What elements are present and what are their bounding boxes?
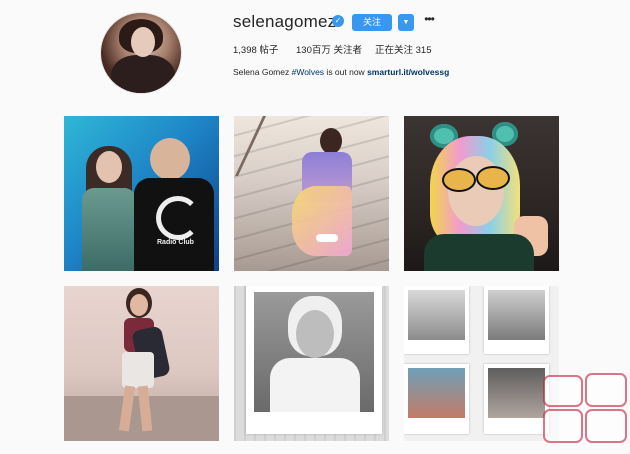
bio-name: Selena Gomez: [233, 67, 290, 77]
bio-hashtag-link[interactable]: #Wolves: [292, 67, 324, 77]
post-6-photo-4: [488, 368, 545, 418]
profile-header: selenagomez ✓ 关注 ▼ ••• 1,398 帖子 130百万 关注…: [0, 0, 630, 110]
verified-badge-icon: ✓: [332, 15, 344, 27]
post-1-face-left: [96, 151, 122, 183]
post-tile-2[interactable]: [234, 116, 389, 271]
post-1-face-right: [150, 138, 190, 180]
post-tile-4[interactable]: [64, 286, 219, 441]
avatar-body: [111, 55, 175, 93]
post-5-tshirt: [270, 358, 360, 412]
site-watermark-logo: [540, 370, 630, 448]
post-2-light-flare: [292, 186, 352, 256]
post-6-photo-2: [488, 290, 545, 340]
profile-bio: Selena Gomez #Wolves is out now smarturl…: [233, 67, 449, 77]
post-4-face: [130, 294, 148, 316]
post-tile-5[interactable]: [234, 286, 389, 441]
post-4-skirt: [122, 352, 154, 388]
post-1-dress: [82, 188, 136, 271]
more-options-icon[interactable]: •••: [421, 12, 437, 28]
post-2-shoe: [316, 234, 338, 242]
post-1-sweater-text: Radio Club: [157, 239, 194, 246]
posts-count: 1,398 帖子: [233, 45, 279, 56]
following-count[interactable]: 正在关注 315: [375, 42, 432, 56]
suggested-dropdown-icon[interactable]: ▼: [398, 14, 414, 31]
post-6-photo-1: [408, 290, 465, 340]
post-2-hair: [320, 128, 342, 154]
post-3-sunglasses-left: [442, 168, 476, 192]
watermark-glyph-icon: [543, 373, 627, 443]
post-5-face: [296, 310, 334, 358]
post-3-jacket: [424, 234, 534, 271]
post-tile-3[interactable]: [404, 116, 559, 271]
post-tile-1[interactable]: Radio Club: [64, 116, 219, 271]
bio-text: is out now: [324, 67, 368, 77]
profile-avatar[interactable]: [100, 12, 182, 94]
post-6-photo-3: [408, 368, 465, 418]
avatar-face: [131, 27, 155, 57]
post-1-logo-icon: [156, 196, 200, 240]
bio-external-link[interactable]: smarturl.it/wolvessg: [367, 67, 449, 77]
followers-count[interactable]: 130百万 关注者: [296, 42, 362, 56]
post-tile-6[interactable]: [404, 286, 559, 441]
post-3-sunglasses-right: [476, 166, 510, 190]
follow-button[interactable]: 关注: [352, 14, 392, 31]
profile-username: selenagomez: [233, 12, 337, 31]
